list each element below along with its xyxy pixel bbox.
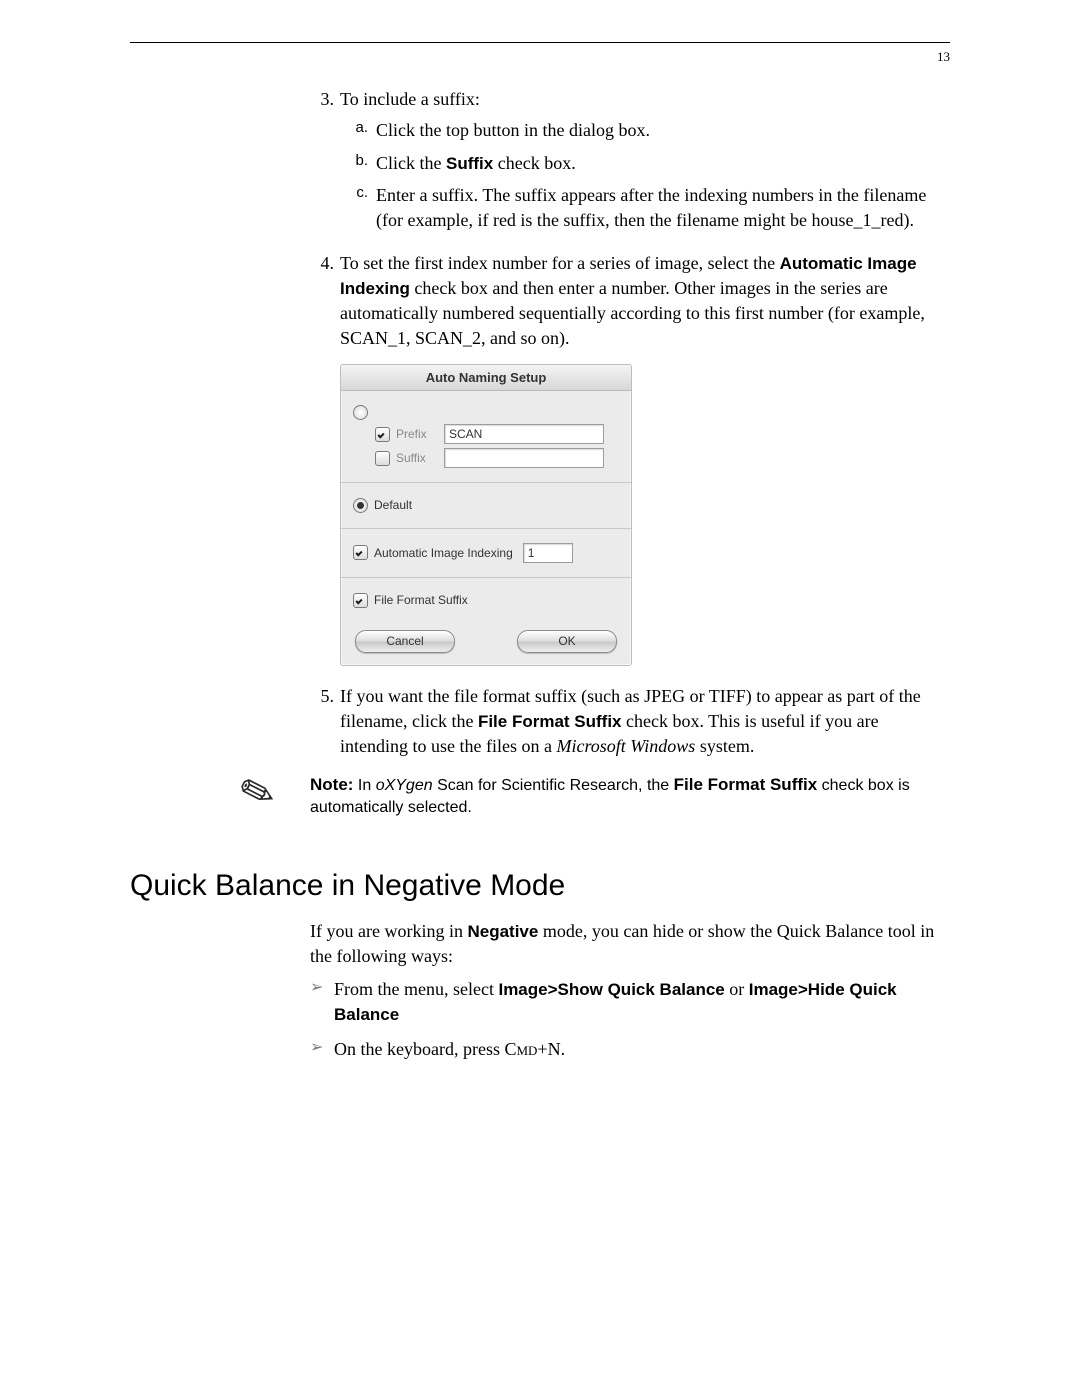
pushpin-icon: ✎ bbox=[225, 765, 291, 822]
step-5: 5. If you want the file format suffix (s… bbox=[310, 684, 950, 758]
body-column: 3. To include a suffix: a. Click the top… bbox=[310, 87, 950, 819]
dialog-title: Auto Naming Setup bbox=[341, 365, 631, 391]
list-marker: b. bbox=[340, 151, 376, 176]
custom-radio[interactable] bbox=[353, 405, 368, 420]
list-marker: c. bbox=[340, 183, 376, 233]
ok-button[interactable]: OK bbox=[517, 630, 617, 653]
default-label: Default bbox=[374, 497, 412, 514]
list-marker: 4. bbox=[310, 251, 340, 350]
document-page: 13 3. To include a suffix: a. Click the … bbox=[0, 0, 1080, 1397]
suffix-label: Suffix bbox=[396, 450, 436, 467]
page-number: 13 bbox=[130, 49, 950, 65]
step-3c-text: Enter a suffix. The suffix appears after… bbox=[376, 183, 950, 233]
file-format-suffix-checkbox[interactable] bbox=[353, 593, 368, 608]
arrow-icon: ➢ bbox=[310, 977, 334, 1027]
numbered-list: 3. To include a suffix: a. Click the top… bbox=[310, 87, 950, 350]
arrow-icon: ➢ bbox=[310, 1037, 334, 1062]
step-3c: c. Enter a suffix. The suffix appears af… bbox=[340, 183, 950, 233]
auto-index-label: Automatic Image Indexing bbox=[374, 545, 513, 562]
list-marker: 5. bbox=[310, 684, 340, 758]
suffix-checkbox[interactable] bbox=[375, 451, 390, 466]
list-marker: a. bbox=[340, 118, 376, 143]
header-rule bbox=[130, 42, 950, 43]
prefix-checkbox[interactable] bbox=[375, 427, 390, 442]
dialog-format-section: File Format Suffix bbox=[341, 578, 631, 623]
auto-index-checkbox[interactable] bbox=[353, 545, 368, 560]
list-marker: 3. bbox=[310, 87, 340, 241]
section-heading: Quick Balance in Negative Mode bbox=[130, 869, 950, 903]
step-3b: b. Click the Suffix check box. bbox=[340, 151, 950, 176]
default-radio[interactable] bbox=[353, 498, 368, 513]
numbered-list-cont: 5. If you want the file format suffix (s… bbox=[310, 684, 950, 758]
note-text: Note: In oXYgen Scan for Scientific Rese… bbox=[286, 773, 950, 820]
auto-naming-dialog: Auto Naming Setup Prefix SCAN Suffix bbox=[340, 364, 632, 666]
step-3a: a. Click the top button in the dialog bo… bbox=[340, 118, 950, 143]
file-format-suffix-label: File Format Suffix bbox=[374, 592, 468, 609]
auto-index-field[interactable]: 1 bbox=[523, 543, 573, 563]
dialog-button-row: Cancel OK bbox=[341, 622, 631, 665]
prefix-field[interactable]: SCAN bbox=[444, 424, 604, 444]
step-4: 4. To set the first index number for a s… bbox=[310, 251, 950, 350]
dialog-index-section: Automatic Image Indexing 1 bbox=[341, 529, 631, 577]
step-3: 3. To include a suffix: a. Click the top… bbox=[310, 87, 950, 241]
qb-intro: If you are working in Negative mode, you… bbox=[310, 919, 950, 969]
arrow-item-2: ➢ On the keyboard, press Cmd+N. bbox=[310, 1037, 950, 1062]
arrow-item-1: ➢ From the menu, select Image>Show Quick… bbox=[310, 977, 950, 1027]
dialog-default-section: Default bbox=[341, 483, 631, 528]
dialog-top-section: Prefix SCAN Suffix bbox=[341, 391, 631, 482]
dialog-figure: Auto Naming Setup Prefix SCAN Suffix bbox=[340, 364, 950, 666]
arrow-list: ➢ From the menu, select Image>Show Quick… bbox=[310, 977, 950, 1061]
step-5-text: If you want the file format suffix (such… bbox=[340, 684, 950, 758]
suffix-field[interactable] bbox=[444, 448, 604, 468]
note-block: ✎ Note: In oXYgen Scan for Scientific Re… bbox=[230, 773, 950, 820]
step-4-text: To set the first index number for a seri… bbox=[340, 251, 950, 350]
prefix-label: Prefix bbox=[396, 426, 436, 443]
step-3-intro: To include a suffix: bbox=[340, 89, 480, 109]
cancel-button[interactable]: Cancel bbox=[355, 630, 455, 653]
step-3b-text: Click the Suffix check box. bbox=[376, 151, 950, 176]
body-column-2: If you are working in Negative mode, you… bbox=[310, 919, 950, 1061]
sub-list: a. Click the top button in the dialog bo… bbox=[340, 118, 950, 233]
step-3a-text: Click the top button in the dialog box. bbox=[376, 118, 950, 143]
